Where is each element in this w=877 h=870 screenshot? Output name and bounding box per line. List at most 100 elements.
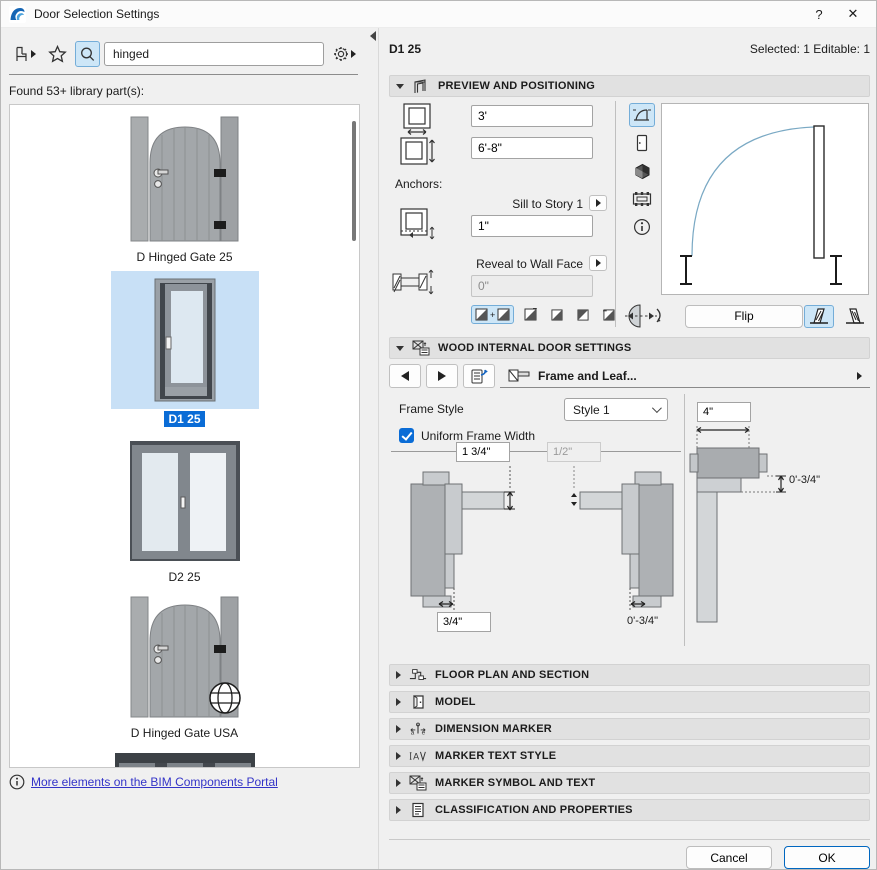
rebate-depth-field[interactable] <box>547 442 601 462</box>
swing-orientation-right-button[interactable] <box>840 305 870 328</box>
collapse-panel-arrow[interactable] <box>370 31 376 41</box>
bim-portal-row: More elements on the BIM Components Port… <box>9 774 278 790</box>
divider <box>9 74 358 75</box>
list-item-label: D2 25 <box>168 570 201 584</box>
tab-label: Frame and Leaf... <box>538 368 637 383</box>
anchor-option-4[interactable] <box>573 306 593 324</box>
uniform-frame-width-label: Uniform Frame Width <box>421 428 536 443</box>
sill-anchor-icon <box>395 207 441 243</box>
list-item[interactable]: D2 25 <box>10 433 359 585</box>
section-classification-properties[interactable]: CLASSIFICATION AND PROPERTIES <box>389 799 870 821</box>
collapse-right-icon <box>396 698 401 706</box>
section-dimension-marker[interactable]: ae DIMENSION MARKER <box>389 718 870 740</box>
door-preview-canvas[interactable] <box>661 103 869 295</box>
footer-divider <box>389 839 870 840</box>
panel-divider[interactable] <box>378 28 379 869</box>
favorites-button[interactable] <box>44 41 71 67</box>
floorplan-view-button[interactable] <box>629 103 655 127</box>
svg-text:a: a <box>411 729 415 736</box>
anchor-option-5[interactable] <box>599 306 619 324</box>
door-height-field[interactable] <box>471 137 593 159</box>
3d-view-button[interactable] <box>629 159 655 183</box>
reveal-anchor-flyout-button[interactable] <box>589 255 607 271</box>
frame-and-leaf-tab[interactable]: Frame and Leaf... <box>500 364 870 388</box>
list-item[interactable]: D Hinged Gate 25 <box>10 111 359 265</box>
collapse-down-icon <box>396 345 404 351</box>
library-panel: Found 53+ library part(s): <box>1 28 370 869</box>
section-preview-positioning[interactable]: PREVIEW AND POSITIONING <box>389 75 870 97</box>
settings-panel: D1 25 Selected: 1 Editable: 1 PREVIEW AN… <box>389 28 870 869</box>
swing-orientation-left-button[interactable] <box>804 304 834 328</box>
page-list-button[interactable] <box>463 364 495 388</box>
sill-value-field[interactable] <box>471 215 593 237</box>
uniform-frame-width-checkbox[interactable] <box>399 428 414 443</box>
elevation-view-button[interactable] <box>629 131 655 155</box>
collapsed-sections: FLOOR PLAN AND SECTION MODEL ae DIMENSIO… <box>389 664 870 821</box>
sill-anchor-flyout-button[interactable] <box>589 195 607 211</box>
leaf-thickness-field[interactable] <box>456 442 510 462</box>
search-results-count: Found 53+ library part(s): <box>9 84 145 98</box>
elevation-icon <box>636 134 648 152</box>
head-section-diagram <box>689 426 786 623</box>
sidelight-door-thumbnail <box>114 753 255 767</box>
prev-page-button[interactable] <box>389 364 421 388</box>
ok-button[interactable]: OK <box>784 846 870 869</box>
arrow-left-icon <box>401 371 409 381</box>
head-frame-width-field[interactable] <box>697 402 751 422</box>
flyout-arrow-icon <box>351 50 356 58</box>
uniform-frame-width-row[interactable]: Uniform Frame Width <box>399 428 535 443</box>
flip-row: Flip <box>623 303 870 329</box>
search-mode-button[interactable] <box>75 41 100 67</box>
reveal-value-field[interactable] <box>471 275 593 297</box>
list-item-label: D Hinged Gate 25 <box>136 250 233 264</box>
search-input[interactable] <box>104 42 324 66</box>
search-icon <box>81 47 95 61</box>
list-scrollbar[interactable] <box>352 121 356 241</box>
door-selection-settings-dialog: Door Selection Settings ? ✕ hinged Found… <box>0 0 877 870</box>
collapse-right-icon <box>396 779 401 787</box>
frame-width-field[interactable] <box>437 612 491 632</box>
frame-style-dropdown[interactable]: Style 1 <box>564 398 668 421</box>
selection-status: Selected: 1 Editable: 1 <box>749 42 870 56</box>
svg-text:A: A <box>413 751 419 761</box>
info-view-button[interactable] <box>629 215 655 239</box>
anchor-option-current[interactable]: + <box>471 305 515 324</box>
help-button[interactable]: ? <box>802 3 836 25</box>
search-settings-button[interactable] <box>328 41 360 67</box>
section-title: PREVIEW AND POSITIONING <box>438 80 595 92</box>
list-item-label: D Hinged Gate USA <box>130 726 239 740</box>
single-door-thumbnail <box>154 278 215 402</box>
collapse-right-icon <box>396 806 401 814</box>
list-item[interactable]: D Hinged Gate USA <box>10 591 359 741</box>
next-page-button[interactable] <box>426 364 458 388</box>
section-title: WOOD INTERNAL DOOR SETTINGS <box>438 342 632 354</box>
page-list-icon <box>471 369 488 383</box>
list-item-partial[interactable] <box>10 747 359 767</box>
bim-components-link[interactable]: More elements on the BIM Components Port… <box>31 775 278 789</box>
section-marker-text-style[interactable]: A MARKER TEXT STYLE <box>389 745 870 767</box>
section-view-button[interactable] <box>629 187 655 211</box>
library-parts-list[interactable]: D Hinged Gate 25 D1 25 D2 25 D Hinged Ga… <box>9 104 360 768</box>
jamb-section-left-diagram <box>410 466 515 610</box>
anchor-option-3[interactable] <box>547 306 567 324</box>
door-width-field[interactable] <box>471 105 593 127</box>
anchor-option-2[interactable] <box>520 305 541 324</box>
door-plan-drawing <box>680 125 842 285</box>
section-marker-symbol-text[interactable]: MARKER SYMBOL AND TEXT <box>389 772 870 794</box>
close-button[interactable]: ✕ <box>836 3 870 25</box>
archicad-logo-icon <box>9 5 26 23</box>
reveal-icon <box>391 265 437 301</box>
divider <box>684 394 685 646</box>
list-item-selected[interactable]: D1 25 <box>10 271 359 427</box>
section-floor-plan[interactable]: FLOOR PLAN AND SECTION <box>389 664 870 686</box>
dimension-marker-icon: ae <box>409 721 427 737</box>
door-height-icon <box>395 133 441 169</box>
section-model[interactable]: MODEL <box>389 691 870 713</box>
cancel-button[interactable]: Cancel <box>686 846 772 869</box>
section-wood-internal-door[interactable]: WOOD INTERNAL DOOR SETTINGS <box>389 337 870 359</box>
marker-symbol-icon <box>412 340 430 356</box>
flip-button[interactable]: Flip <box>685 304 803 328</box>
star-icon <box>48 45 67 63</box>
document-lines-icon <box>409 802 427 818</box>
object-type-button[interactable] <box>9 41 40 67</box>
